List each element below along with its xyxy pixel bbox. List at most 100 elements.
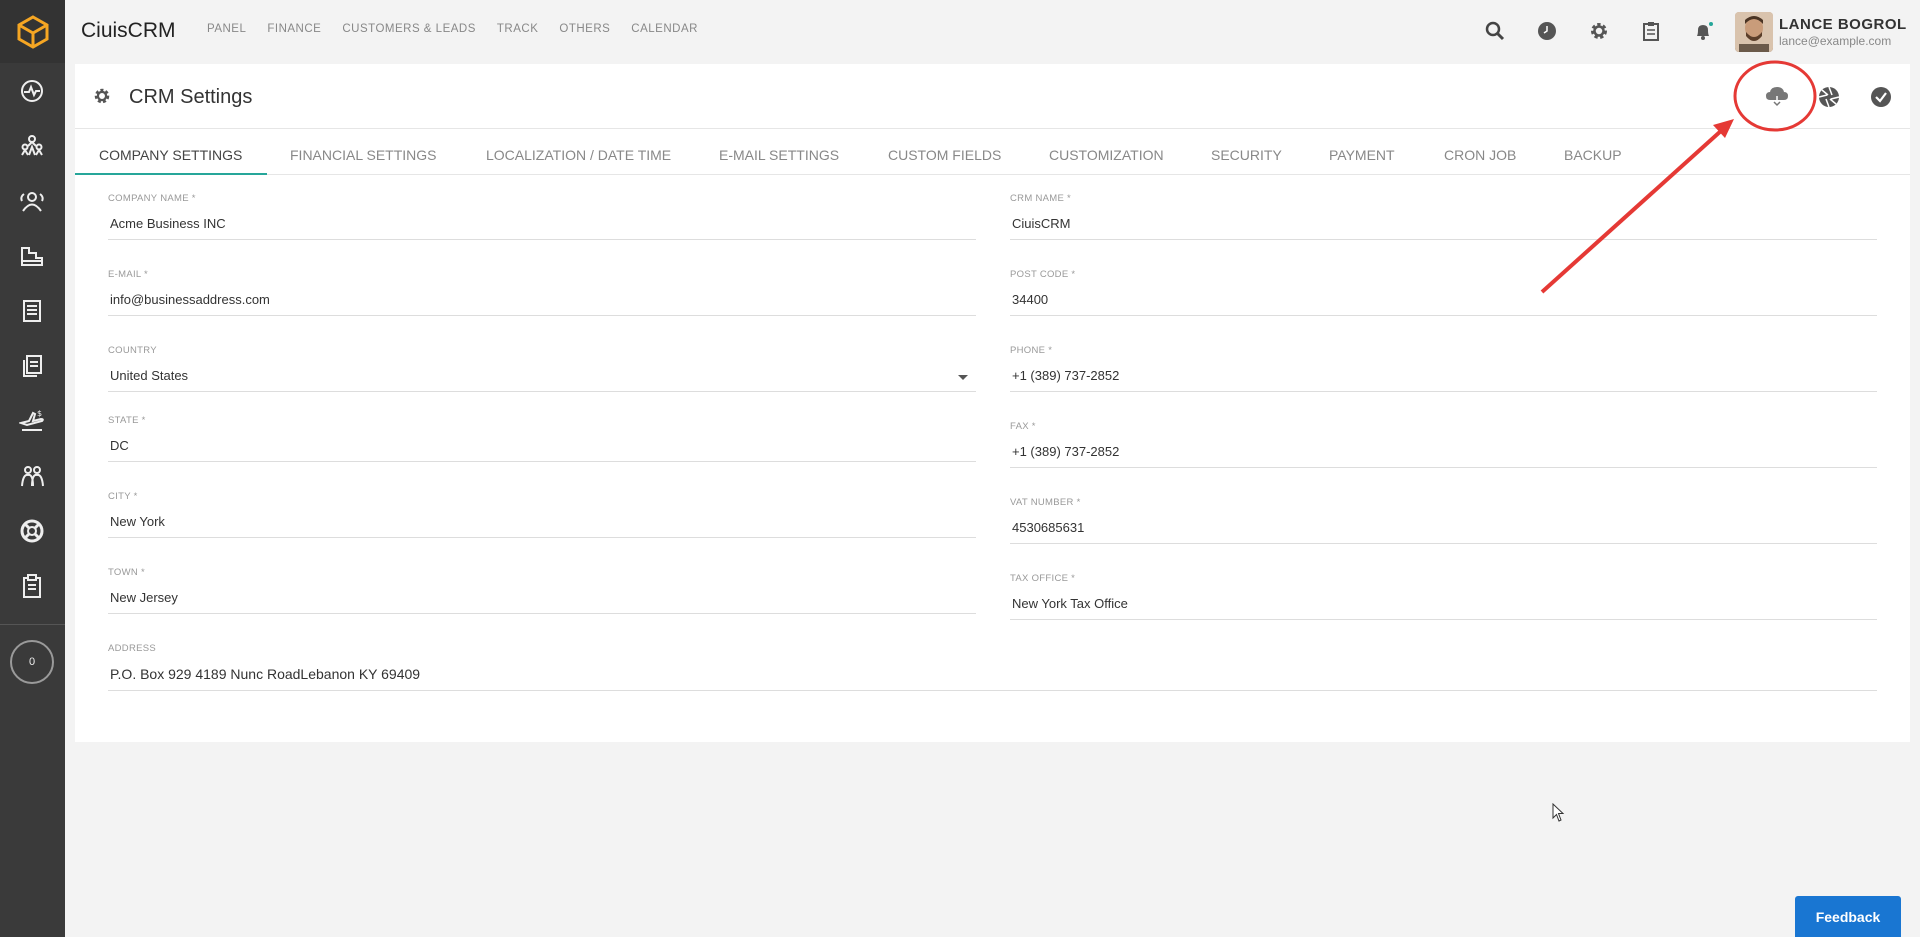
clock-icon (1538, 22, 1556, 40)
logo[interactable] (0, 0, 65, 63)
sidebar-item-invoices[interactable] (12, 291, 52, 331)
country-select[interactable] (108, 356, 976, 392)
tab-company-settings[interactable]: COMPANY SETTINGS (75, 130, 267, 175)
company-name-input[interactable] (108, 204, 976, 240)
address-input[interactable] (108, 654, 1877, 691)
crm-name-group: CRM NAME * (1010, 193, 1877, 240)
company-name-label: COMPANY NAME * (108, 193, 196, 204)
fax-label: FAX * (1010, 421, 1036, 432)
tasks-icon (23, 574, 41, 598)
avatar[interactable] (1735, 12, 1773, 52)
town-label: TOWN * (108, 567, 145, 578)
tab-financial-settings[interactable]: FINANCIAL SETTINGS (290, 130, 437, 175)
user-photo-icon (1735, 12, 1773, 52)
sidebar-item-expenses[interactable]: $ (12, 401, 52, 441)
user-email: lance@example.com (1779, 34, 1892, 48)
search-icon (1485, 21, 1505, 41)
nav-customers-leads[interactable]: CUSTOMERS & LEADS (342, 23, 476, 35)
cloud-download-icon (1766, 87, 1788, 107)
tab-custom-fields[interactable]: CUSTOM FIELDS (888, 130, 1001, 175)
nav-track[interactable]: TRACK (497, 23, 538, 35)
nav-panel[interactable]: PANEL (207, 23, 246, 35)
sidebar-divider (0, 624, 65, 625)
tax-office-input[interactable] (1010, 584, 1877, 620)
nav-others[interactable]: OTHERS (559, 23, 610, 35)
theme-button[interactable] (1814, 82, 1844, 112)
feedback-button[interactable]: Feedback (1795, 896, 1901, 937)
aperture-icon (1818, 86, 1840, 108)
customers-icon (20, 192, 44, 212)
mouse-cursor-icon (1552, 803, 1565, 822)
tab-cron-job[interactable]: CRON JOB (1444, 130, 1516, 175)
sidebar-item-staff[interactable] (12, 456, 52, 496)
sidebar-item-documents[interactable] (12, 346, 52, 386)
crm-name-input[interactable] (1010, 204, 1877, 240)
timer-button[interactable] (1534, 18, 1560, 44)
nav-finance[interactable]: FINANCE (267, 23, 321, 35)
staff-icon (21, 466, 44, 487)
chevron-down-icon (958, 375, 968, 380)
post-code-label: POST CODE * (1010, 269, 1076, 280)
tab-security[interactable]: SECURITY (1211, 130, 1282, 175)
phone-label: PHONE * (1010, 345, 1053, 356)
notifications-button[interactable] (1690, 18, 1716, 44)
phone-input[interactable] (1010, 356, 1877, 392)
tab-localization[interactable]: LOCALIZATION / DATE TIME (486, 130, 671, 175)
tab-backup[interactable]: BACKUP (1564, 130, 1622, 175)
user-name[interactable]: LANCE BOGROL (1779, 16, 1907, 33)
sidebar-item-projects[interactable] (12, 236, 52, 276)
fax-input[interactable] (1010, 432, 1877, 468)
tab-customization[interactable]: CUSTOMIZATION (1049, 130, 1164, 175)
expenses-icon: $ (19, 409, 44, 431)
search-button[interactable] (1482, 18, 1508, 44)
sidebar-item-leads[interactable] (12, 126, 52, 166)
sidebar-counter[interactable]: 0 (10, 640, 54, 684)
country-group: COUNTRY (108, 345, 976, 392)
vat-number-label: VAT NUMBER * (1010, 497, 1081, 508)
vat-number-group: VAT NUMBER * (1010, 497, 1877, 544)
sidebar-item-customers[interactable] (12, 181, 52, 221)
settings-button[interactable] (1586, 18, 1612, 44)
settings-tabs: COMPANY SETTINGS FINANCIAL SETTINGS LOCA… (75, 130, 1910, 175)
address-group: ADDRESS (108, 643, 1877, 691)
nav-calendar[interactable]: CALENDAR (631, 23, 698, 35)
email-input[interactable] (108, 280, 976, 316)
todo-button[interactable] (1638, 18, 1664, 44)
projects-icon (21, 247, 43, 266)
sidebar-item-tasks[interactable] (12, 566, 52, 606)
brand-name[interactable]: CiuisCRM (81, 19, 176, 43)
panel-header: CRM Settings (75, 64, 1910, 129)
topbar: CiuisCRM PANEL FINANCE CUSTOMERS & LEADS… (65, 0, 1920, 63)
save-settings-button[interactable] (1866, 82, 1896, 112)
page-title: CRM Settings (129, 86, 253, 108)
fax-group: FAX * (1010, 421, 1877, 468)
company-name-group: COMPANY NAME * (108, 193, 976, 240)
phone-group: PHONE * (1010, 345, 1877, 392)
leads-icon (21, 135, 43, 156)
post-code-input[interactable] (1010, 280, 1877, 316)
svg-text:$: $ (37, 409, 42, 418)
sidebar-item-support[interactable] (12, 511, 52, 551)
town-input[interactable] (108, 578, 976, 614)
sidebar-item-activity[interactable] (12, 71, 52, 111)
activity-icon (21, 80, 43, 102)
vat-number-input[interactable] (1010, 508, 1877, 544)
tax-office-group: TAX OFFICE * (1010, 573, 1877, 620)
clipboard-icon (1643, 22, 1659, 41)
tab-payment[interactable]: PAYMENT (1329, 130, 1395, 175)
support-icon (20, 519, 44, 543)
address-label: ADDRESS (108, 643, 157, 654)
city-label: CITY * (108, 491, 138, 502)
town-group: TOWN * (108, 567, 976, 614)
gear-icon (1591, 23, 1607, 39)
post-code-group: POST CODE * (1010, 269, 1877, 316)
city-input[interactable] (108, 502, 976, 538)
download-update-button[interactable] (1762, 82, 1792, 112)
tab-email-settings[interactable]: E-MAIL SETTINGS (719, 130, 839, 175)
email-group: E-MAIL * (108, 269, 976, 316)
documents-icon (23, 355, 42, 377)
state-label: STATE * (108, 415, 146, 426)
crm-name-label: CRM NAME * (1010, 193, 1072, 204)
top-navigation: PANEL FINANCE CUSTOMERS & LEADS TRACK OT… (207, 23, 698, 35)
state-input[interactable] (108, 426, 976, 462)
